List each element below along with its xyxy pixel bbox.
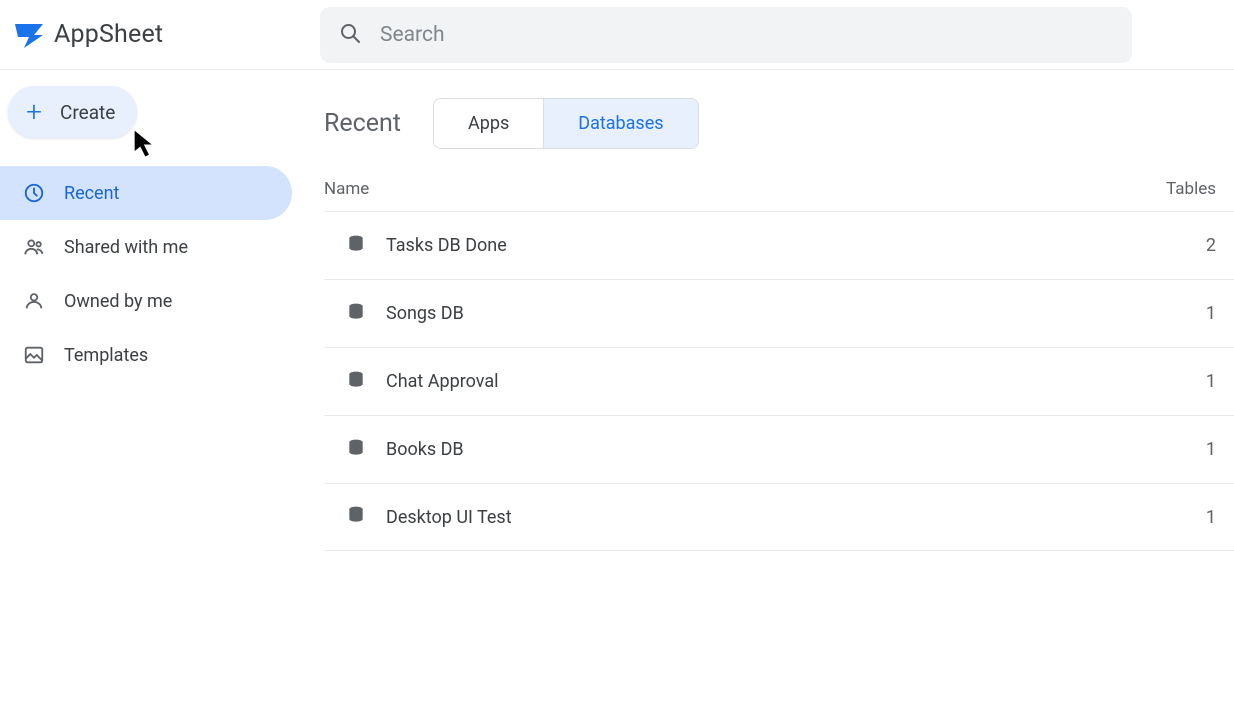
database-icon <box>346 234 368 258</box>
nav: Recent Shared with me <box>0 166 292 382</box>
appsheet-logo-icon <box>12 18 46 52</box>
column-name: Name <box>324 179 1146 199</box>
main: Recent Apps Databases Name Tables Tasks … <box>292 70 1234 725</box>
sidebar-item-label: Owned by me <box>64 291 172 312</box>
column-tables: Tables <box>1146 179 1216 199</box>
shell: + Create Recent <box>0 70 1234 725</box>
list-row[interactable]: Tasks DB Done 2 <box>324 211 1234 279</box>
list-row[interactable]: Books DB 1 <box>324 415 1234 483</box>
list-row[interactable]: Desktop UI Test 1 <box>324 483 1234 551</box>
row-name: Tasks DB Done <box>386 235 1146 256</box>
sidebar-item-label: Templates <box>64 345 148 366</box>
database-icon <box>346 302 368 326</box>
tab-group: Apps Databases <box>433 98 699 149</box>
search-input[interactable] <box>380 23 1114 47</box>
row-name: Songs DB <box>386 303 1146 324</box>
clock-icon <box>22 181 46 205</box>
list-header: Name Tables <box>324 179 1234 199</box>
row-tables: 2 <box>1146 235 1216 256</box>
database-icon <box>346 370 368 394</box>
section-title: Recent <box>324 109 401 138</box>
create-button-label: Create <box>60 101 115 124</box>
database-icon <box>346 505 368 529</box>
sidebar-item-templates[interactable]: Templates <box>0 328 292 382</box>
search-icon <box>338 21 362 49</box>
people-icon <box>22 235 46 259</box>
topbar: AppSheet <box>0 0 1234 70</box>
rows: Tasks DB Done 2 Songs DB 1 Chat Approval… <box>324 211 1234 551</box>
tab-databases[interactable]: Databases <box>543 99 697 148</box>
sidebar-item-label: Recent <box>64 183 119 204</box>
brand-name: AppSheet <box>54 20 163 49</box>
row-tables: 1 <box>1146 439 1216 460</box>
row-tables: 1 <box>1146 303 1216 324</box>
database-icon <box>346 438 368 462</box>
sidebar-item-shared[interactable]: Shared with me <box>0 220 292 274</box>
row-name: Chat Approval <box>386 371 1146 392</box>
sidebar-item-owned[interactable]: Owned by me <box>0 274 292 328</box>
sidebar-item-label: Shared with me <box>64 237 188 258</box>
list-row[interactable]: Chat Approval 1 <box>324 347 1234 415</box>
tab-apps[interactable]: Apps <box>434 99 543 148</box>
row-tables: 1 <box>1146 371 1216 392</box>
row-name: Desktop UI Test <box>386 507 1146 528</box>
plus-icon: + <box>20 98 48 126</box>
search-box[interactable] <box>320 7 1132 63</box>
list-row[interactable]: Songs DB 1 <box>324 279 1234 347</box>
section-header: Recent Apps Databases <box>324 98 1234 149</box>
person-icon <box>22 289 46 313</box>
brand: AppSheet <box>12 18 320 52</box>
row-name: Books DB <box>386 439 1146 460</box>
sidebar: + Create Recent <box>0 70 292 725</box>
image-icon <box>22 343 46 367</box>
create-button[interactable]: + Create <box>8 86 137 138</box>
sidebar-item-recent[interactable]: Recent <box>0 166 292 220</box>
row-tables: 1 <box>1146 507 1216 528</box>
